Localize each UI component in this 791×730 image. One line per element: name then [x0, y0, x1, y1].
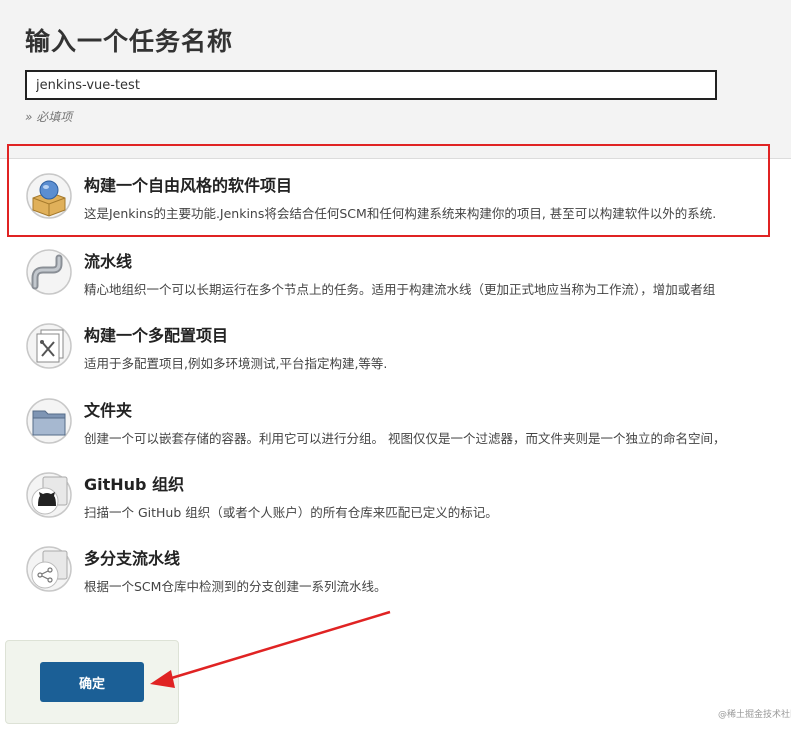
freestyle-project-icon	[25, 172, 73, 220]
item-type-title: 文件夹	[84, 401, 133, 420]
multibranch-pipeline-icon	[25, 545, 73, 593]
item-type-title: 多分支流水线	[84, 549, 181, 568]
ok-button[interactable]: 确定	[40, 662, 144, 702]
required-hint: » 必填项	[25, 110, 73, 124]
github-org-icon	[25, 471, 73, 519]
item-name-input[interactable]	[25, 70, 717, 100]
item-type-folder[interactable]: 文件夹 创建一个可以嵌套存储的容器。利用它可以进行分组。 视图仅仅是一个过滤器，…	[0, 385, 791, 455]
watermark: @稀土掘金技术社区	[718, 710, 791, 720]
item-type-description: 精心地组织一个可以长期运行在多个节点上的任务。适用于构建流水线（更加正式地应当称…	[84, 282, 716, 297]
item-type-description: 适用于多配置项目,例如多环境测试,平台指定构建,等等.	[84, 356, 388, 371]
item-type-title: 构建一个多配置项目	[84, 326, 229, 345]
multi-config-icon	[25, 322, 73, 370]
item-type-multi-config[interactable]: 构建一个多配置项目 适用于多配置项目,例如多环境测试,平台指定构建,等等.	[0, 310, 791, 380]
page-title: 输入一个任务名称	[25, 27, 234, 56]
item-type-description: 这是Jenkins的主要功能.Jenkins将会结合任何SCM和任何构建系统来构…	[84, 206, 717, 221]
item-type-description: 扫描一个 GitHub 组织（或者个人账户）的所有仓库来匹配已定义的标记。	[84, 505, 498, 520]
item-type-title: GitHub 组织	[84, 475, 185, 494]
item-type-pipeline[interactable]: 流水线 精心地组织一个可以长期运行在多个节点上的任务。适用于构建流水线（更加正式…	[0, 236, 791, 306]
item-type-github-org[interactable]: GitHub 组织 扫描一个 GitHub 组织（或者个人账户）的所有仓库来匹配…	[0, 459, 791, 529]
item-type-multibranch-pipeline[interactable]: 多分支流水线 根据一个SCM仓库中检测到的分支创建一系列流水线。	[0, 533, 791, 603]
item-type-title: 流水线	[84, 252, 133, 271]
pipeline-icon	[25, 248, 73, 296]
item-type-description: 创建一个可以嵌套存储的容器。利用它可以进行分组。 视图仅仅是一个过滤器，而文件夹…	[84, 431, 726, 446]
folder-icon	[25, 397, 73, 445]
item-type-freestyle[interactable]: 构建一个自由风格的软件项目 这是Jenkins的主要功能.Jenkins将会结合…	[0, 160, 791, 230]
item-type-title: 构建一个自由风格的软件项目	[84, 176, 293, 195]
item-type-description: 根据一个SCM仓库中检测到的分支创建一系列流水线。	[84, 579, 387, 594]
